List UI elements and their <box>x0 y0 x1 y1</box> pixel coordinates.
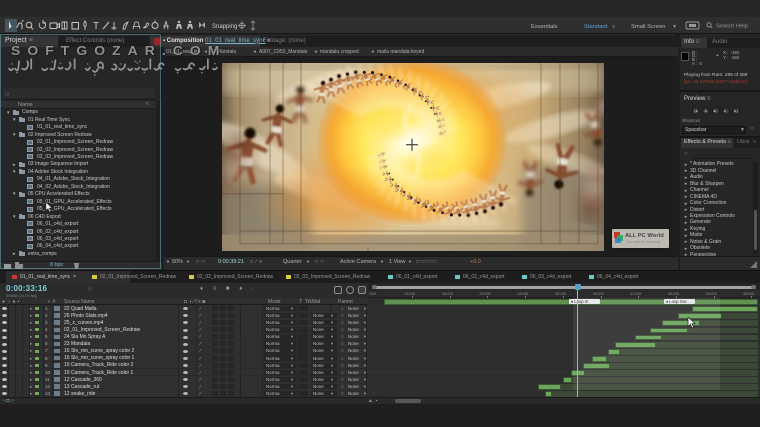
svg-text:T: T <box>93 21 99 32</box>
svg-text:Search Help: Search Help <box>716 24 748 30</box>
svg-text:≡: ≡ <box>612 24 616 30</box>
svg-text:Essentials: Essentials <box>531 24 558 30</box>
svg-text:▼: ▼ <box>672 24 677 30</box>
svg-text:Small Screen: Small Screen <box>631 24 665 30</box>
svg-text:Snapping: Snapping <box>212 24 237 30</box>
svg-text:Standard: Standard <box>584 24 608 30</box>
